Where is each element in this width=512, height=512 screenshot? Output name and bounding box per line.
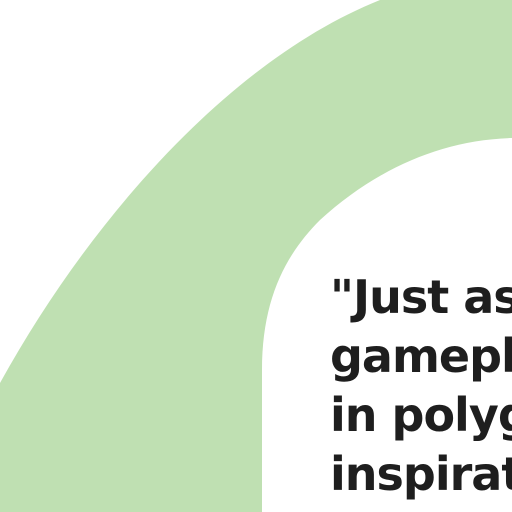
quote-graphic-canvas: "Just as gamepl in polyg inspirat (0, 0, 512, 512)
quote-line-3: in polyg (330, 388, 512, 442)
quote-line-2: gamepl (330, 329, 512, 383)
quote-line-1: "Just as (330, 270, 512, 324)
quote-line-4: inspirat (330, 447, 512, 501)
quote-text: "Just as gamepl in polyg inspirat (330, 268, 512, 504)
